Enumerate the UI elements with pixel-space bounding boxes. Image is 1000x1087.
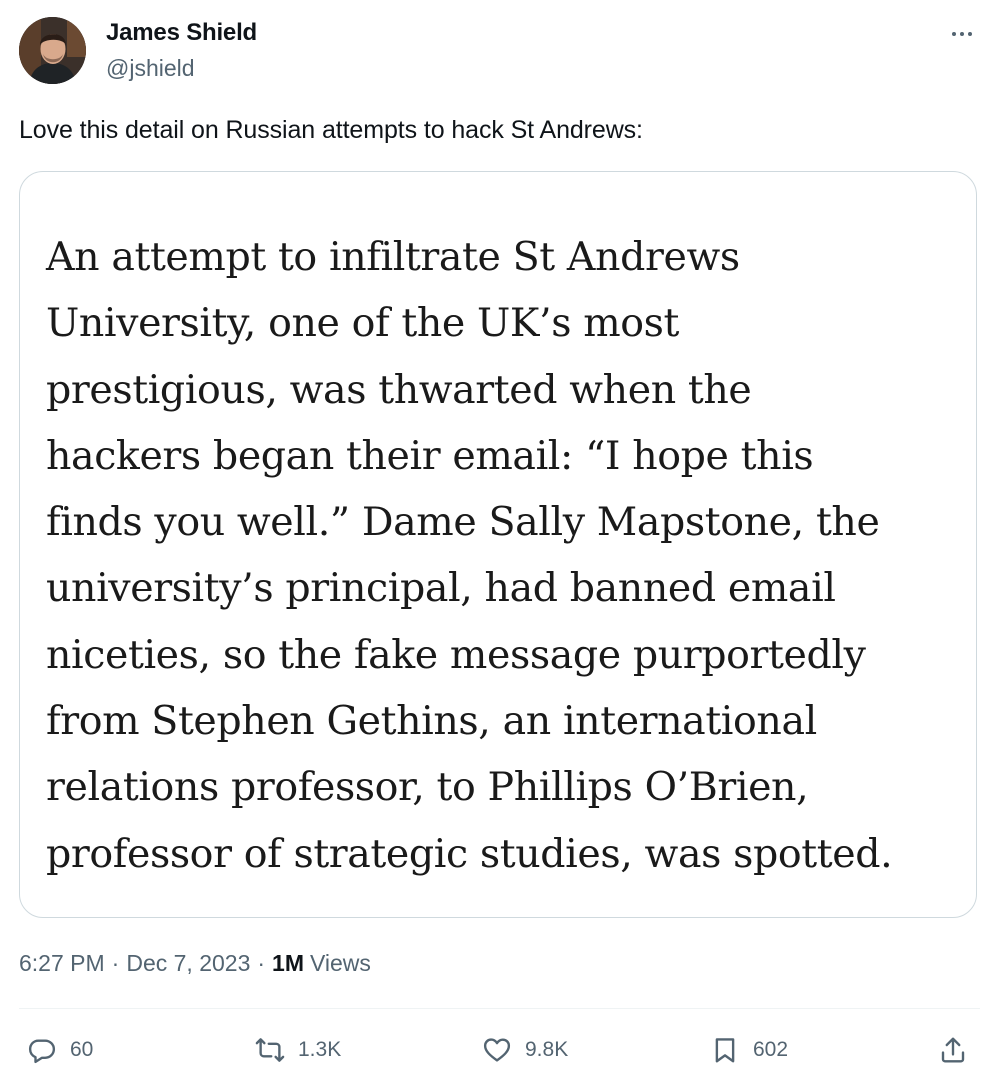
quote-line: An attempt to infiltrate St Andrews <box>46 234 740 280</box>
more-dot <box>968 32 972 36</box>
more-options-button[interactable] <box>944 20 980 48</box>
avatar-photo <box>19 17 86 84</box>
quote-line: hackers began their email: “I hope this <box>46 432 814 479</box>
quote-line: from Stephen Gethins, an international <box>46 698 817 745</box>
views-count: 1M <box>272 950 304 976</box>
quote-line: relations professor, to Phillips O’Brien… <box>46 764 809 811</box>
repost-button[interactable]: 1.3K <box>255 1032 341 1068</box>
share-button[interactable] <box>938 1032 968 1068</box>
meta-separator: · <box>257 950 266 976</box>
quote-line: University, one of the UK’s most <box>46 300 680 347</box>
bookmark-count: 602 <box>753 1038 789 1061</box>
tweet-meta: 6:27 PM · Dec 7, 2023 · 1M Views <box>19 950 371 977</box>
share-icon <box>941 1037 965 1063</box>
more-horizontal-icon <box>952 32 956 36</box>
bookmark-button[interactable]: 602 <box>710 1032 788 1068</box>
heart-icon <box>483 1038 511 1062</box>
like-button[interactable]: 9.8K <box>482 1032 568 1068</box>
like-count: 9.8K <box>525 1038 569 1061</box>
divider <box>19 1008 980 1009</box>
tweet-text: Love this detail on Russian attempts to … <box>19 116 643 144</box>
reply-icon <box>28 1039 56 1064</box>
quote-line: professor of strategic studies, was spot… <box>46 830 893 877</box>
bookmark-icon <box>715 1038 735 1063</box>
author-display-name[interactable]: James Shield <box>106 19 257 47</box>
quoted-article-text: An attempt to infiltrate St Andrews Univ… <box>46 224 946 887</box>
repost-count: 1.3K <box>298 1038 342 1061</box>
author-handle[interactable]: @jshield <box>106 55 195 82</box>
tweet-image-card[interactable]: An attempt to infiltrate St Andrews Univ… <box>19 171 977 918</box>
reply-button[interactable]: 60 <box>27 1032 93 1068</box>
reply-count: 60 <box>70 1038 94 1061</box>
more-dot <box>960 32 964 36</box>
quote-line: finds you well.” Dame Sally Mapstone, th… <box>46 499 880 546</box>
tweet-date[interactable]: Dec 7, 2023 <box>126 950 250 977</box>
avatar[interactable] <box>19 17 86 84</box>
tweet-time[interactable]: 6:27 PM <box>19 950 105 977</box>
quote-line: university’s principal, had banned email <box>46 565 836 612</box>
quote-line: niceties, so the fake message purportedl… <box>46 631 866 678</box>
meta-separator: · <box>111 950 120 976</box>
quote-line: prestigious, was thwarted when the <box>46 366 752 413</box>
repost-icon <box>255 1038 285 1062</box>
views-label: Views <box>309 950 371 976</box>
